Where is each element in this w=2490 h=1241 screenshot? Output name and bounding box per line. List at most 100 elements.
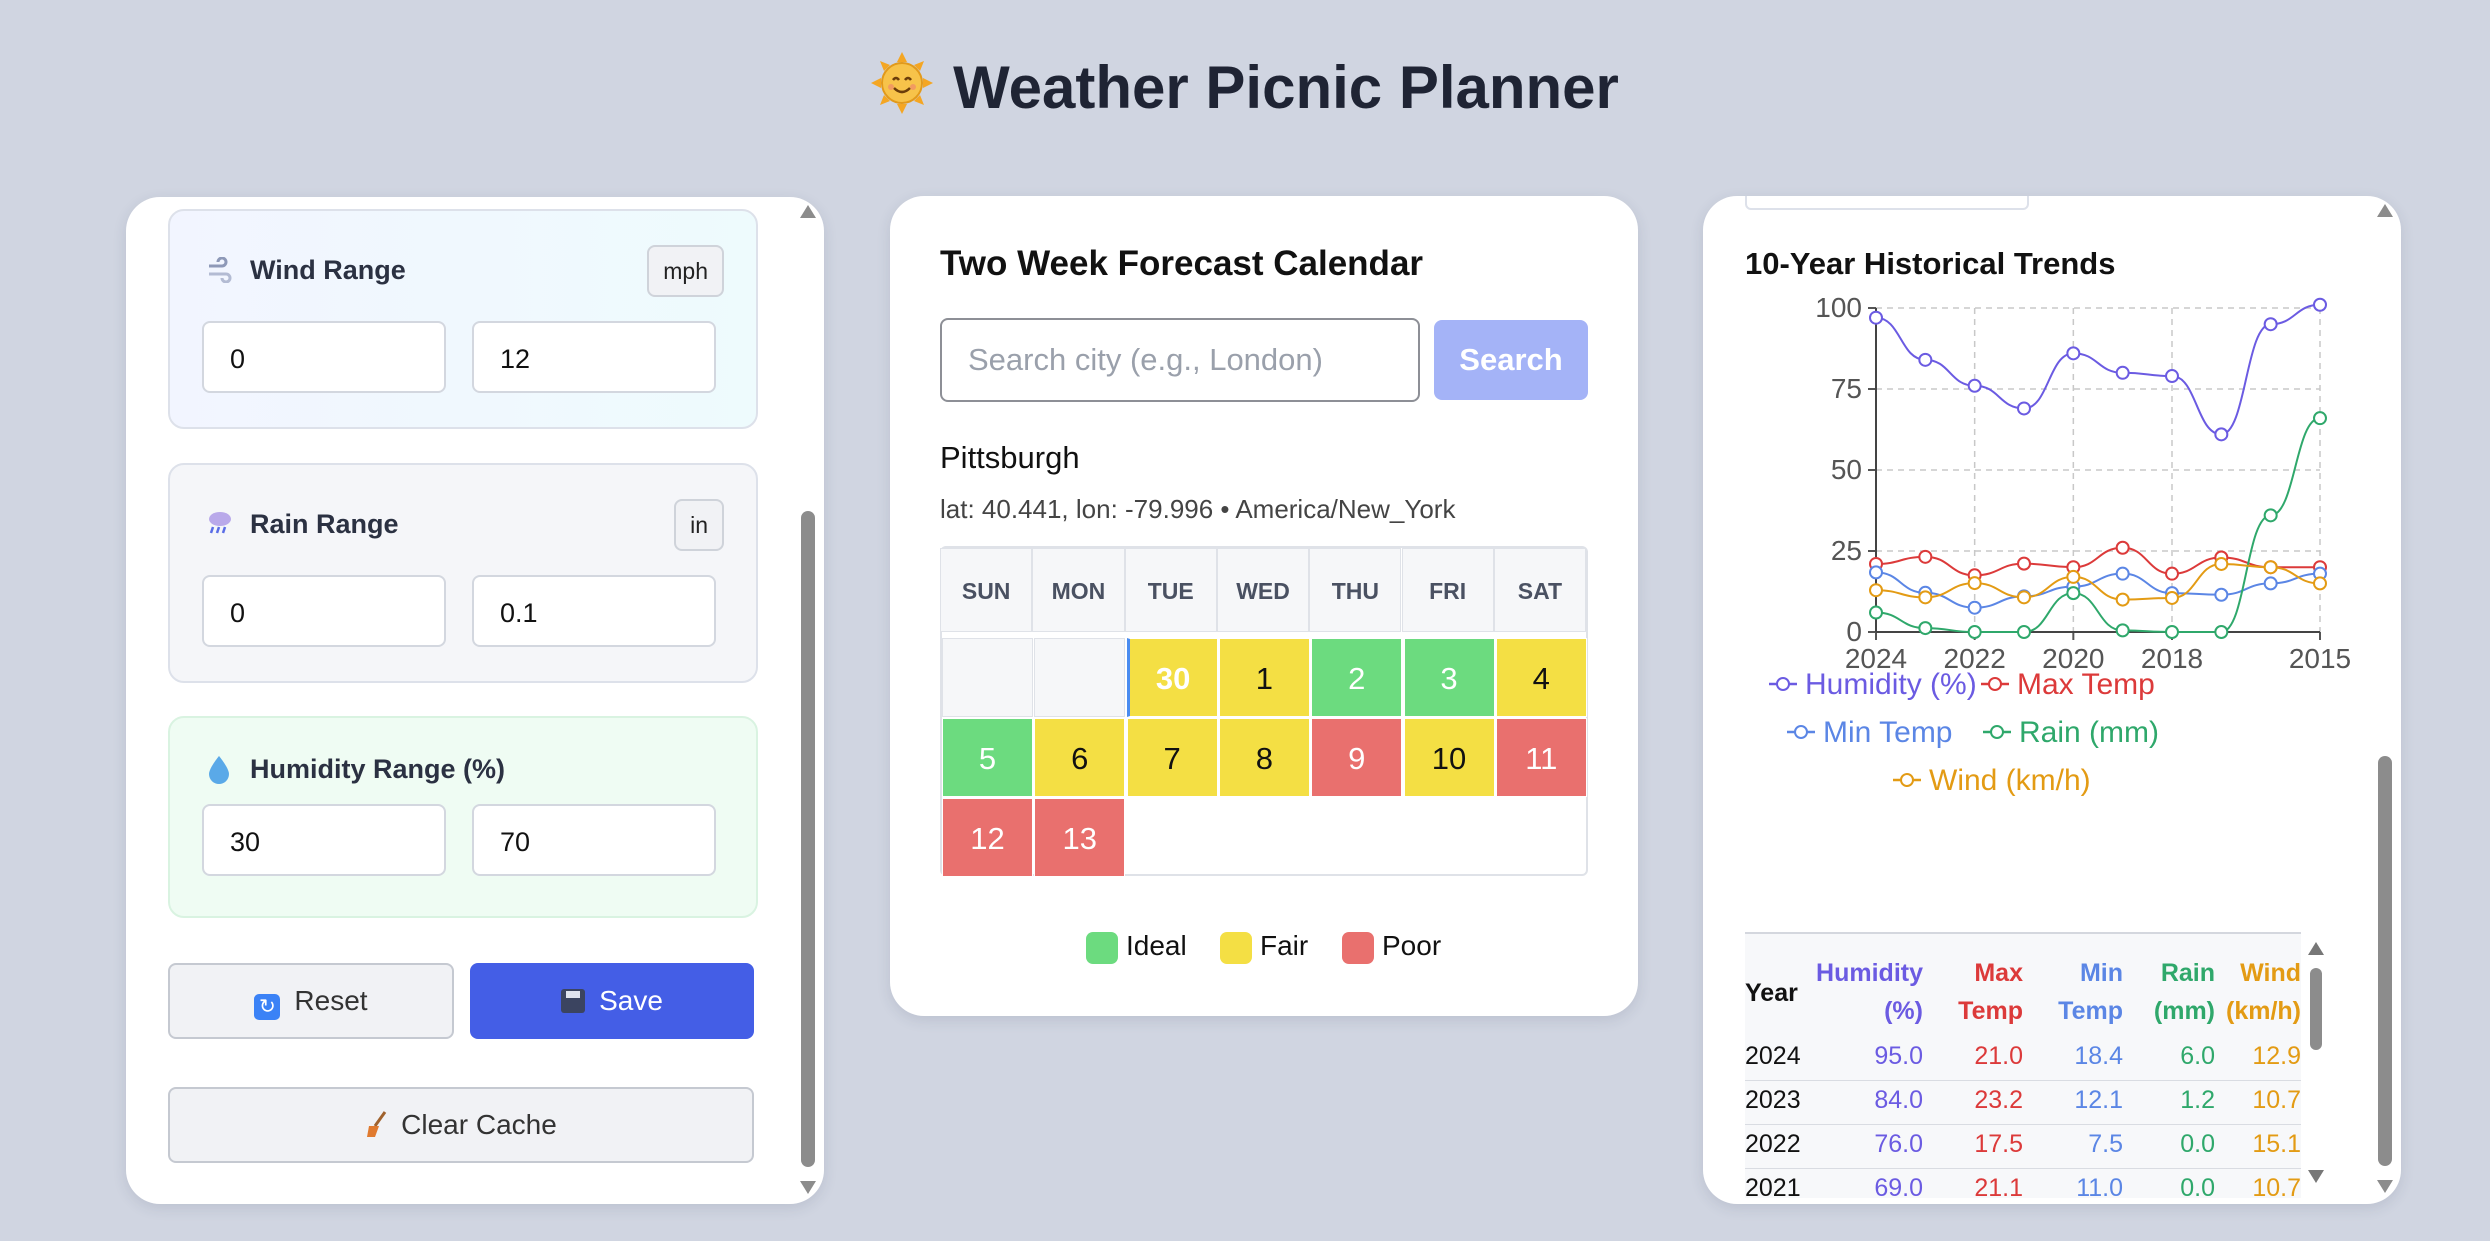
rain-min-input[interactable]: 0 [202,575,446,647]
calendar-day-cell[interactable]: 10 [1403,718,1495,797]
weekday-header: WED [1216,548,1310,632]
legend-marker [1794,725,1808,739]
data-point [2017,590,2031,605]
table-cell: 23.2 [1974,1086,2023,1114]
table-cell: 69.0 [1874,1174,1923,1198]
forecast-title: Two Week Forecast Calendar [940,244,1424,283]
table-cell: 12.9 [2252,1042,2301,1070]
legend-marker [1990,725,2004,739]
calendar-day-cell[interactable]: 4 [1495,638,1587,717]
droplet-icon [206,754,232,791]
scroll-down-arrow[interactable] [800,1181,816,1194]
history-scrollbar-thumb[interactable] [2378,756,2392,1166]
reset-button[interactable]: ↻ Reset [168,963,454,1039]
data-point [2263,317,2278,332]
broom-icon [365,1093,389,1165]
humidity-max-input[interactable]: 70 [472,804,716,876]
table-cell: 2022 [1745,1130,1801,1158]
save-label: Save [599,985,663,1016]
wind-range-card: Wind Range mph 0 12 [168,209,758,429]
data-point [2214,625,2229,639]
data-point [2017,625,2031,639]
history-line-chart: 02550751002024 2022 2020 2018 2015Humidity (… [1769,296,2351,797]
settings-scrollbar-thumb[interactable] [801,511,815,1167]
table-header: Wind (km/h) [2226,959,2301,1025]
calendar-day-cell[interactable]: 8 [1218,718,1310,797]
legend-label: Min Temp [1823,716,1953,749]
calendar-day-cell[interactable]: 7 [1126,718,1218,797]
table-header: Humidity (%) [1816,959,1923,1025]
data-point [2165,369,2179,384]
save-button[interactable]: Save [470,963,754,1039]
wind-max-input[interactable]: 12 [472,321,716,393]
data-point [2313,576,2327,591]
rain-range-card: Rain Range in 0 0.1 [168,463,758,683]
history-title: 10-Year Historical Trends [1745,246,2116,281]
clear-cache-label: Clear Cache [401,1109,557,1140]
table-cell: 12.1 [2074,1086,2123,1114]
table-header: Max Temp [1958,959,2023,1025]
legend-swatch-fair [1220,932,1252,964]
calendar-day-cell[interactable]: 1 [1218,638,1310,717]
legend-label: Max Temp [2017,668,2155,701]
table-header: Rain (mm) [2153,959,2215,1025]
table-cell: 1.2 [2180,1086,2215,1114]
calendar-day-cell[interactable]: 12 [942,798,1033,877]
humidity-min-input[interactable]: 30 [202,804,446,876]
series-line [1875,303,2321,436]
settings-panel: Wind Range mph 0 12 Rain Range in 0 0.1 … [126,197,824,1204]
y-tick-label: 100 [1815,296,1862,323]
table-cell: 6.0 [2180,1042,2215,1070]
floppy-disk-icon [561,989,586,1013]
weekday-header: THU [1309,548,1402,632]
y-tick-label: 75 [1831,373,1862,404]
series-line [1875,571,2321,609]
table-scroll-down-arrow[interactable] [2308,1170,2324,1183]
data-point [2017,401,2031,416]
wind-range-label: Wind Range [250,255,406,285]
data-point [1967,378,1982,393]
data-point [1869,565,1883,580]
data-point [2263,508,2278,523]
table-scroll-up-arrow[interactable] [2308,942,2324,955]
table-scrollbar-thumb[interactable] [2310,968,2322,1050]
data-point [2263,576,2278,591]
table-cell: 21.1 [1974,1174,2023,1198]
legend-label-poor: Poor [1382,930,1442,961]
legend-label: Rain (mm) [2019,716,2159,749]
calendar-day-cell[interactable]: 6 [1034,718,1126,797]
weekday-header: FRI [1401,548,1494,632]
city-search-input[interactable]: Search city (e.g., London) [940,318,1420,402]
humidity-range-label: Humidity Range (%) [250,754,506,784]
y-tick-label: 25 [1831,535,1862,566]
y-tick-label: 50 [1831,454,1862,485]
collapsed-control [1745,196,2029,210]
table-cell: 21.0 [1974,1042,2023,1070]
calendar-day-cell[interactable]: 5 [942,718,1033,797]
calendar-day-cell[interactable]: 30 [1126,638,1218,717]
rain-unit-toggle[interactable]: in [674,499,724,551]
scroll-up-arrow[interactable] [800,205,816,218]
calendar-day-cell[interactable]: 2 [1311,638,1403,717]
history-scroll-down-arrow[interactable] [2377,1180,2393,1193]
wind-unit-toggle[interactable]: mph [647,245,724,297]
app-title: Weather Picnic Planner [0,52,2490,128]
data-point [2115,623,2130,638]
calendar-day-cell[interactable]: 9 [1311,718,1403,797]
search-button[interactable]: Search [1434,320,1588,400]
calendar-day-cell[interactable]: 11 [1495,718,1587,797]
history-table: Year Humidity (%) Max Temp Min Temp Rain (mm… [1745,932,2301,1198]
humidity-range-card: Humidity Range (%) 30 70 [168,716,758,918]
rain-max-input[interactable]: 0.1 [472,575,716,647]
legend-marker [1900,773,1914,787]
x-tick-label: 2015 [2289,643,2351,674]
table-cell: 0.0 [2180,1174,2215,1198]
data-point [2165,625,2179,639]
clear-cache-button[interactable]: Clear Cache [168,1087,754,1163]
forecast-panel: Two Week Forecast Calendar Search city (… [890,196,1638,1016]
history-scroll-up-arrow[interactable] [2377,204,2393,217]
legend-label: Wind (km/h) [1929,764,2091,797]
calendar-day-cell[interactable]: 3 [1403,638,1495,717]
calendar-day-cell[interactable]: 13 [1034,798,1126,877]
wind-min-input[interactable]: 0 [202,321,446,393]
